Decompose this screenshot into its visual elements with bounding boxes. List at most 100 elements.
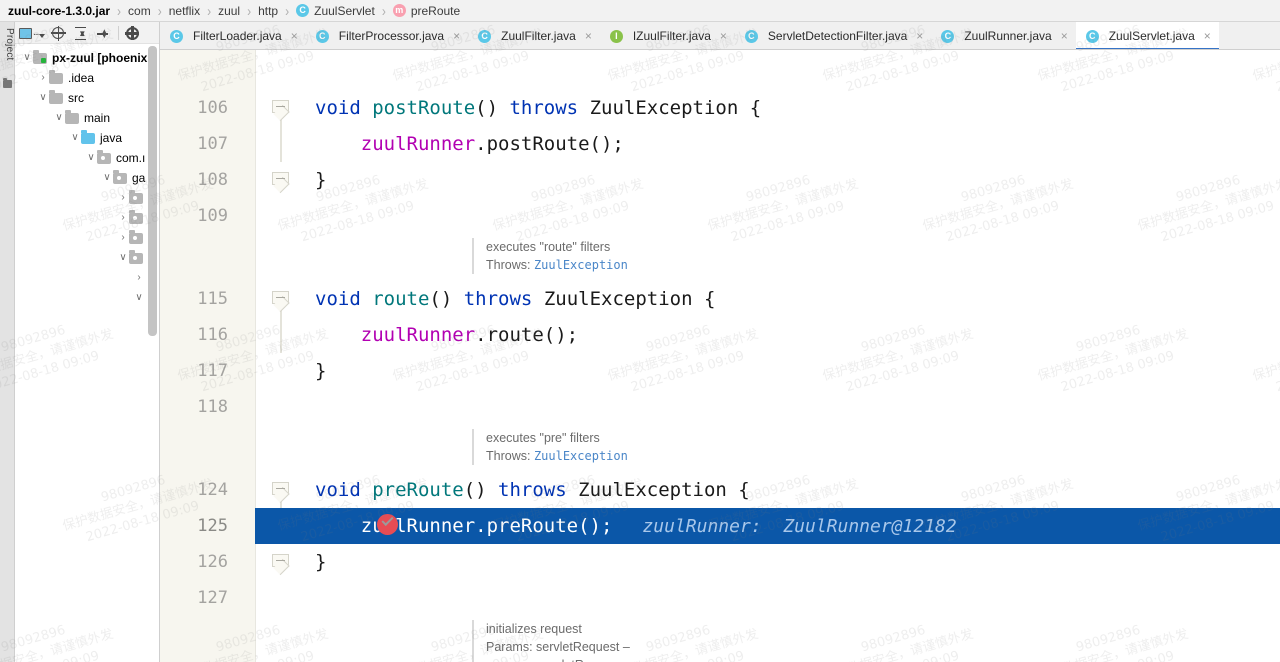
breadcrumb-item-com[interactable]: com (128, 4, 151, 18)
close-icon[interactable]: × (1061, 30, 1068, 42)
close-icon[interactable]: × (720, 30, 727, 42)
tree-node[interactable]: › (15, 208, 159, 228)
chevron-down-icon[interactable]: ∨ (85, 153, 97, 163)
fold-toggle-icon[interactable] (272, 554, 292, 574)
doc-summary: executes "pre" filters (486, 431, 600, 445)
code-line[interactable]: 125 zuulRunner.preRoute(); zuulRunner: Zu… (160, 508, 1280, 544)
code-line[interactable]: 106 void postRoute() throws ZuulException… (160, 90, 1280, 126)
chevron-down-icon[interactable]: ∨ (133, 293, 145, 303)
fold-toggle-icon[interactable] (272, 172, 292, 192)
rendered-doc-comment[interactable]: executes "pre" filters Throws: ZuulExcept… (472, 429, 628, 465)
editor-tab-bar[interactable]: C FilterLoader.java × C FilterProcessor.java… (160, 22, 1280, 50)
line-number: 117 (197, 361, 228, 381)
chevron-down-icon[interactable]: ∨ (69, 133, 81, 143)
doc-tag-row: Throws: ZuulException (486, 447, 628, 465)
chevron-down-icon[interactable]: ∨ (101, 173, 113, 183)
editor-tab-izuulfilter-java[interactable]: I IZuulFilter.java × (600, 22, 735, 49)
tree-node[interactable]: ∨ main (15, 108, 159, 128)
editor-tab-filterprocessor-java[interactable]: C FilterProcessor.java × (306, 22, 468, 49)
class-badge-icon: C (941, 29, 955, 43)
locate-file-icon[interactable] (50, 25, 67, 41)
doc-tag-row: Throws: ZuulException (486, 256, 628, 274)
class-badge-icon: C (296, 4, 310, 17)
code-line[interactable]: 115 void route() throws ZuulException { (160, 281, 1280, 317)
breakpoint-icon[interactable] (377, 513, 398, 535)
close-icon[interactable]: × (916, 30, 923, 42)
close-icon[interactable]: × (585, 30, 592, 42)
code-line[interactable]: 108} (160, 162, 1280, 198)
editor-tab-servletdetectionfilter-java[interactable]: C ServletDetectionFilter.java × (735, 22, 931, 49)
chevron-down-icon[interactable]: ∨ (53, 113, 65, 123)
code-line[interactable]: 124 void preRoute() throws ZuulException … (160, 472, 1280, 508)
breadcrumb-separator: › (117, 1, 122, 20)
code-line[interactable]: 109 (160, 198, 1280, 234)
tree-node[interactable]: › (15, 188, 159, 208)
editor-tab-zuulfilter-java[interactable]: C ZuulFilter.java × (468, 22, 600, 49)
chevron-down-icon[interactable]: ∨ (21, 53, 33, 63)
code-editor[interactable]: 106 void postRoute() throws ZuulException… (160, 50, 1280, 662)
breadcrumb-item-label: com (128, 3, 151, 18)
doc-tag-value[interactable]: ZuulException (534, 258, 628, 272)
editor-tab-label: ZuulServlet.java (1108, 29, 1195, 43)
line-number: 107 (197, 134, 228, 154)
code-line[interactable]: 118 (160, 389, 1280, 425)
doc-tag-value[interactable]: ZuulException (534, 449, 628, 463)
close-icon[interactable]: × (291, 30, 298, 42)
folder-icon (65, 109, 79, 124)
close-icon[interactable]: × (453, 30, 460, 42)
rendered-doc-comment[interactable]: initializes request Params: servletReques… (472, 620, 642, 662)
fold-toggle-icon[interactable] (272, 291, 292, 311)
tree-node[interactable]: ∨ (15, 248, 159, 268)
code-line[interactable]: 116 zuulRunner.route(); (160, 317, 1280, 353)
breadcrumb-item-zuul-core-1-3-0-jar[interactable]: zuul-core-1.3.0.jar (8, 4, 110, 18)
code-text: void route() throws ZuulException { (315, 288, 716, 310)
breadcrumb-item-http[interactable]: http (258, 4, 278, 18)
chevron-right-icon[interactable]: › (117, 233, 129, 243)
fold-toggle-icon[interactable] (272, 100, 292, 120)
project-view-selector[interactable]: ... (19, 25, 46, 40)
tree-node[interactable]: ∨ java (15, 128, 159, 148)
editor-tab-zuulservlet-java[interactable]: C ZuulServlet.java × (1075, 22, 1219, 49)
fold-toggle-icon[interactable] (272, 482, 292, 502)
close-icon[interactable]: × (1204, 30, 1211, 42)
tree-node[interactable]: › (15, 228, 159, 248)
tree-node[interactable]: ∨ (15, 288, 159, 308)
code-line[interactable]: 107 zuulRunner.postRoute(); (160, 126, 1280, 162)
tree-node[interactable]: › (15, 268, 159, 288)
breadcrumb-item-zuulservlet[interactable]: C ZuulServlet (296, 4, 375, 18)
project-panel: ... ▼ ▲ ▲ ▼ ∨ px-zuul [phoenix › .idea ∨ src ∨ ma… (15, 22, 160, 662)
editor-tab-zuulrunner-java[interactable]: C ZuulRunner.java × (931, 22, 1075, 49)
tool-window-strip[interactable]: Project (0, 22, 15, 662)
code-line[interactable]: 127 (160, 580, 1280, 616)
project-tree[interactable]: ∨ px-zuul [phoenix › .idea ∨ src ∨ main ∨ java ∨ co… (15, 44, 159, 662)
breadcrumb-item-netflix[interactable]: netflix (169, 4, 200, 18)
tool-window-button-project[interactable]: Project (0, 26, 15, 63)
tree-node[interactable]: ∨ px-zuul [phoenix (15, 48, 159, 68)
tree-node[interactable]: ∨ ga (15, 168, 159, 188)
doc-tag-label: Throws: (486, 258, 534, 272)
breadcrumb-item-zuul[interactable]: zuul (218, 4, 240, 18)
collapse-all-icon[interactable]: ▲ ▼ (96, 25, 111, 40)
tree-scrollbar[interactable] (148, 46, 157, 336)
code-line[interactable]: 126} (160, 544, 1280, 580)
chevron-right-icon[interactable]: › (117, 193, 129, 203)
chevron-right-icon[interactable]: › (37, 73, 49, 83)
expand-all-icon[interactable]: ▼ ▲ (74, 25, 89, 41)
code-text: } (315, 169, 327, 191)
chevron-down-icon[interactable]: ∨ (117, 253, 129, 263)
doc-summary: executes "route" filters (486, 240, 611, 254)
rendered-doc-comment[interactable]: executes "route" filters Throws: ZuulExce… (472, 238, 628, 274)
chevron-right-icon[interactable]: › (133, 273, 145, 283)
breadcrumb-item-preroute[interactable]: m preRoute (392, 4, 460, 18)
tree-node[interactable]: › .idea (15, 68, 159, 88)
tree-node[interactable]: ∨ src (15, 88, 159, 108)
settings-gear-icon[interactable] (124, 25, 141, 40)
doc-tag-value: servletResponse – (538, 658, 642, 662)
tree-node[interactable]: ∨ com.ı (15, 148, 159, 168)
project-folder-icon[interactable] (3, 78, 12, 88)
tree-node-label: px-zuul [phoenix (52, 51, 148, 65)
editor-tab-filterloader-java[interactable]: C FilterLoader.java × (160, 22, 306, 49)
chevron-down-icon[interactable]: ∨ (37, 93, 49, 103)
chevron-right-icon[interactable]: › (117, 213, 129, 223)
code-line[interactable]: 117} (160, 353, 1280, 389)
